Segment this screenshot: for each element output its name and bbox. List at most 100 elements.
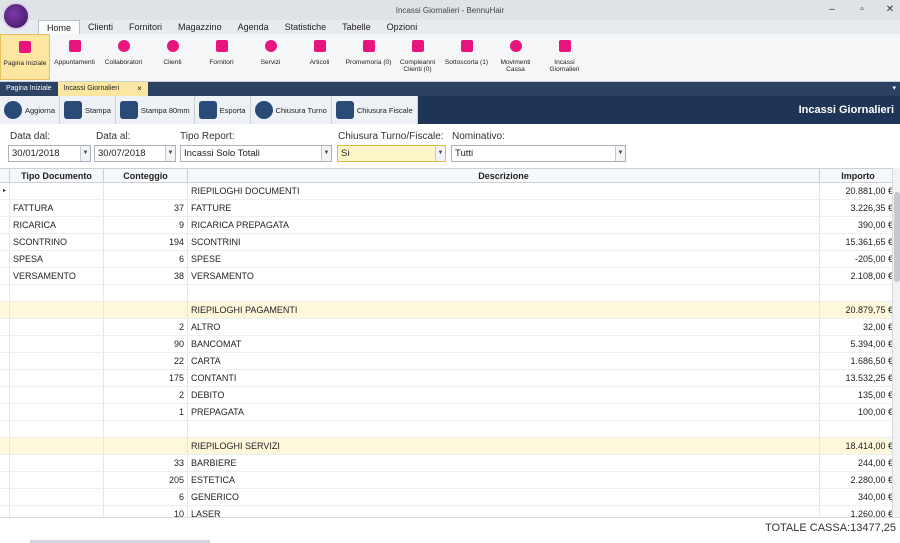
ribbon-promemoria-button[interactable]: Promemoria (0)	[344, 34, 393, 80]
row-marker	[0, 285, 10, 301]
table-row[interactable]: 90 BANCOMAT 5.394,00 €	[0, 336, 900, 353]
chiusura-fiscale-button[interactable]: Chiusura Fiscale	[331, 96, 418, 124]
tab-pagina-iniziale[interactable]: Pagina Iniziale	[0, 82, 58, 96]
ribbon-clienti-button[interactable]: Clienti	[148, 34, 197, 80]
window-title: Incassi Giornalieri - BennuHair	[395, 5, 505, 15]
app-logo-icon[interactable]	[2, 2, 30, 30]
coins-icon	[505, 36, 527, 56]
table-row[interactable]: 6 GENERICO 340,00 €	[0, 489, 900, 506]
table-row[interactable]: 205 ESTETICA 2.280,00 €	[0, 472, 900, 489]
row-marker	[0, 319, 10, 335]
ribbon-fornitori-button[interactable]: Fornitori	[197, 34, 246, 80]
cell-tipo-documento	[10, 404, 104, 420]
minimize-icon[interactable]: –	[824, 3, 840, 17]
table-row[interactable]: RIEPILOGHI SERVIZI 18.414,00 €	[0, 438, 900, 455]
chevron-down-icon[interactable]: ▼	[165, 146, 175, 161]
nominativo-select[interactable]: Tutti ▼	[451, 145, 626, 162]
table-row[interactable]	[0, 421, 900, 438]
close-tab-icon[interactable]: ×	[137, 82, 142, 96]
column-descrizione[interactable]: Descrizione	[188, 169, 820, 182]
close-icon[interactable]: ✕	[882, 3, 898, 17]
ribbon-compleanni-button[interactable]: Compleanni Clienti (0)	[393, 34, 442, 80]
chevron-down-icon[interactable]: ▼	[435, 146, 445, 161]
menu-clienti[interactable]: Clienti	[80, 20, 121, 34]
cell-tipo-documento	[10, 506, 104, 517]
esporta-button[interactable]: Esporta	[194, 96, 251, 124]
table-row[interactable]: ▸ RIEPILOGHI DOCUMENTI 20.881,00 €	[0, 183, 900, 200]
table-row[interactable]: 2 DEBITO 135,00 €	[0, 387, 900, 404]
row-marker	[0, 370, 10, 386]
column-tipo-documento[interactable]: Tipo Documento	[10, 169, 104, 182]
menu-agenda[interactable]: Agenda	[230, 20, 277, 34]
cell-tipo-documento: RICARICA	[10, 217, 104, 233]
cell-conteggio: 1	[104, 404, 188, 420]
cell-importo: 2.108,00 €	[820, 268, 897, 284]
cell-tipo-documento	[10, 336, 104, 352]
stampa-button[interactable]: Stampa	[60, 96, 116, 124]
table-row[interactable]: 2 ALTRO 32,00 €	[0, 319, 900, 336]
chiusura-turno-button[interactable]: Chiusura Turno	[250, 96, 332, 124]
menu-opzioni[interactable]: Opzioni	[379, 20, 426, 34]
cell-descrizione: SPESE	[188, 251, 820, 267]
menu-fornitori[interactable]: Fornitori	[121, 20, 170, 34]
table-row[interactable]: FATTURA 37 FATTURE 3.226,35 €	[0, 200, 900, 217]
ribbon-appuntamenti-button[interactable]: Appuntamenti	[50, 34, 99, 80]
chevron-down-icon[interactable]: ▼	[615, 146, 625, 161]
tipo-report-select[interactable]: Incassi Solo Totali ▼	[180, 145, 332, 162]
row-marker	[0, 336, 10, 352]
aggiorna-button[interactable]: Aggiorna	[0, 96, 61, 124]
chevron-down-icon[interactable]: ▼	[321, 146, 331, 161]
menu-tabelle[interactable]: Tabelle	[334, 20, 379, 34]
export-icon	[198, 101, 217, 119]
menu-magazzino[interactable]: Magazzino	[170, 20, 230, 34]
table-row[interactable]: RIEPILOGHI PAGAMENTI 20.879,75 €	[0, 302, 900, 319]
table-row[interactable]: SCONTRINO 194 SCONTRINI 15.361,65 €	[0, 234, 900, 251]
menu-home[interactable]: Home	[38, 20, 81, 34]
column-importo[interactable]: Importo	[820, 169, 897, 182]
table-row[interactable]: SPESA 6 SPESE -205,00 €	[0, 251, 900, 268]
data-al-input[interactable]: 30/07/2018 ▼	[94, 145, 176, 162]
maximize-icon[interactable]: ▫	[854, 3, 870, 17]
tabs-dropdown-icon[interactable]: ▾	[892, 82, 896, 96]
ribbon-servizi-button[interactable]: Servizi	[246, 34, 295, 80]
column-conteggio[interactable]: Conteggio	[104, 169, 188, 182]
cell-descrizione: RICARICA PREPAGATA	[188, 217, 820, 233]
cell-descrizione	[188, 421, 820, 437]
chevron-down-icon[interactable]: ▼	[80, 146, 90, 161]
table-row[interactable]: VERSAMENTO 38 VERSAMENTO 2.108,00 €	[0, 268, 900, 285]
vertical-scrollbar[interactable]	[892, 168, 900, 517]
ribbon-sottoscorta-button[interactable]: Sottoscorta (1)	[442, 34, 491, 80]
table-row[interactable]: RICARICA 9 RICARICA PREPAGATA 390,00 €	[0, 217, 900, 234]
menu-bar: Home Clienti Fornitori Magazzino Agenda …	[0, 20, 900, 34]
menu-statistiche[interactable]: Statistiche	[277, 20, 335, 34]
cell-descrizione: RIEPILOGHI PAGAMENTI	[188, 302, 820, 318]
table-row[interactable]: 1 PREPAGATA 100,00 €	[0, 404, 900, 421]
cell-conteggio: 2	[104, 387, 188, 403]
cell-importo: 5.394,00 €	[820, 336, 897, 352]
row-marker	[0, 251, 10, 267]
ribbon-incassi-giornalieri-button[interactable]: Incassi Giornalieri	[540, 34, 589, 80]
cell-tipo-documento	[10, 455, 104, 471]
ribbon-articoli-button[interactable]: Articoli	[295, 34, 344, 80]
tab-incassi-giornalieri[interactable]: Incassi Giornalieri ×	[57, 82, 148, 96]
row-marker	[0, 472, 10, 488]
totale-cassa: TOTALE CASSA:13477,25	[764, 522, 896, 534]
table-row[interactable]: 10 LASER 1.260,00 €	[0, 506, 900, 517]
stampa-80mm-button[interactable]: Stampa 80mm	[115, 96, 195, 124]
table-row[interactable]: 175 CONTANTI 13.532,25 €	[0, 370, 900, 387]
ribbon-collaboratori-button[interactable]: Collaboratori	[99, 34, 148, 80]
ribbon-movimenti-cassa-button[interactable]: Movimenti Cassa	[491, 34, 540, 80]
table-row[interactable]: 33 BARBIERE 244,00 €	[0, 455, 900, 472]
row-marker	[0, 217, 10, 233]
row-marker	[0, 489, 10, 505]
cell-tipo-documento	[10, 285, 104, 301]
table-row[interactable]: 22 CARTA 1.686,50 €	[0, 353, 900, 370]
scroll-thumb[interactable]	[894, 192, 900, 282]
data-dal-input[interactable]: 30/01/2018 ▼	[8, 145, 91, 162]
toolbar: Aggiorna Stampa Stampa 80mm Esporta Chiu…	[0, 96, 900, 124]
ribbon-pagina-iniziale-button[interactable]: Pagina Iniziale	[0, 34, 50, 80]
chiusura-select[interactable]: Si ▼	[337, 145, 446, 162]
cell-tipo-documento	[10, 472, 104, 488]
table-row[interactable]	[0, 285, 900, 302]
data-grid[interactable]: Tipo Documento Conteggio Descrizione Imp…	[0, 168, 900, 517]
